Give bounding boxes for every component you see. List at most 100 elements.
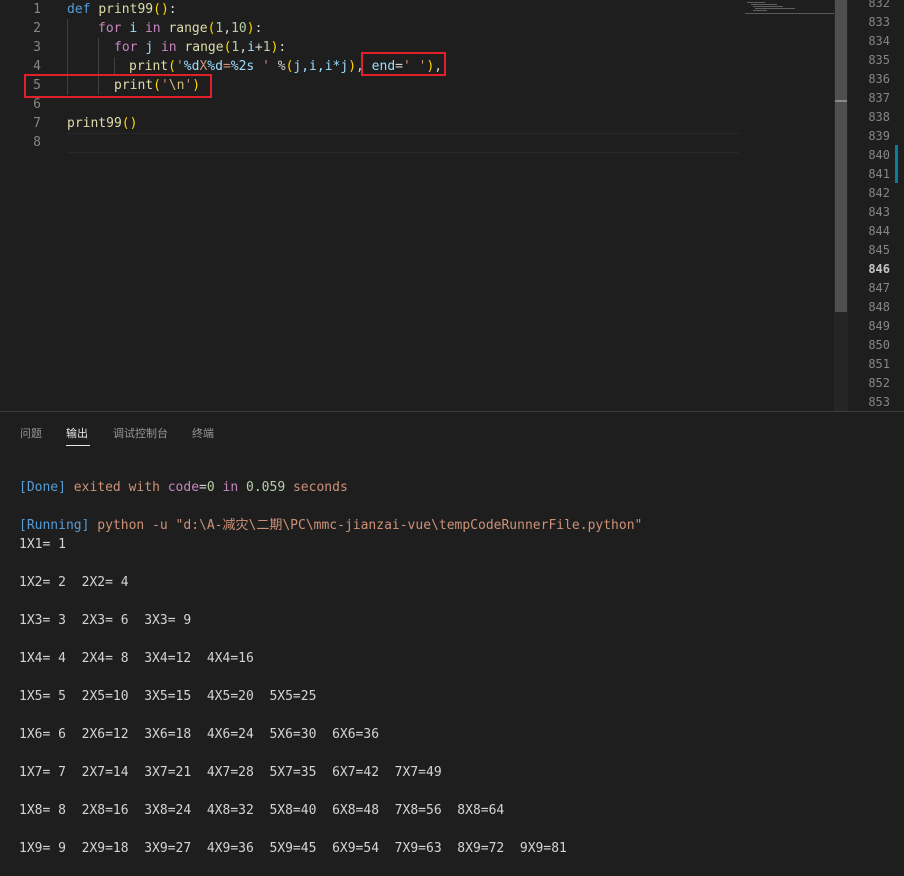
tab-problems[interactable]: 问题 xyxy=(20,425,42,441)
keyword: in xyxy=(144,21,161,36)
paren: ) xyxy=(129,116,138,131)
colon: : xyxy=(168,2,177,17)
code-editor[interactable]: 1 2 3 4 5 6 7 8 def print99(): for i in … xyxy=(0,0,904,411)
colon: : xyxy=(278,40,287,55)
output-row: 1X7= 7 2X7=14 3X7=21 4X7=28 5X7=35 6X7=4… xyxy=(19,765,442,780)
paren: ( xyxy=(121,116,130,131)
line-number: 2 xyxy=(33,21,41,36)
line-number: 844 xyxy=(868,224,890,238)
output-row: 1X9= 9 2X9=18 3X9=27 4X9=36 5X9=45 6X9=5… xyxy=(19,841,567,856)
output-running-line: [Running] python -u "d:\A-减灾\二期\PC\mmc-j… xyxy=(19,516,642,535)
line-number: 834 xyxy=(868,34,890,48)
line-number: 847 xyxy=(868,281,890,295)
line-number: 849 xyxy=(868,319,890,333)
line-number: 3 xyxy=(33,40,41,55)
line-number: 848 xyxy=(868,300,890,314)
line-number: 833 xyxy=(868,15,890,29)
code-line-3[interactable]: for j in range(1,i+1): xyxy=(114,38,286,57)
line-number: 832 xyxy=(868,0,890,10)
code-line-1[interactable]: def print99(): xyxy=(67,0,177,19)
output-row: 1X1= 1 xyxy=(19,537,66,552)
tab-output[interactable]: 输出 xyxy=(66,425,88,441)
string: = xyxy=(222,59,231,74)
output-text: exited xyxy=(65,480,121,495)
arguments: j,i,i*j xyxy=(293,59,349,74)
function-name: print99 xyxy=(67,116,122,131)
keyword: in xyxy=(160,40,177,55)
format-specifier: %2s xyxy=(230,59,255,74)
output-text: with xyxy=(120,480,160,495)
colon: : xyxy=(254,21,263,36)
line-number: 7 xyxy=(33,116,41,131)
paren: ( xyxy=(168,59,176,74)
comma: , xyxy=(223,21,232,36)
print-newline-highlight-box xyxy=(24,74,212,98)
tab-debug-console[interactable]: 调试控制台 xyxy=(113,425,168,441)
line-number: 836 xyxy=(868,72,890,86)
minimap[interactable] xyxy=(745,0,835,14)
function-name: range xyxy=(184,40,224,55)
string: ' xyxy=(175,59,184,74)
output-row: 1X4= 4 2X4= 8 3X4=12 4X4=16 xyxy=(19,651,254,666)
output-done-line: [Done] exited with code=0 in 0.059 secon… xyxy=(19,478,348,497)
line-number: 843 xyxy=(868,205,890,219)
adjacent-editor-gutter: 832 833 834 835 836 837 838 839 840 841 … xyxy=(848,0,904,411)
vertical-scrollbar[interactable] xyxy=(834,0,848,411)
line-number: 852 xyxy=(868,376,890,390)
code-line-7[interactable]: print99() xyxy=(67,114,137,133)
panel-tabs: 问题 输出 调试控制台 终端 xyxy=(0,412,904,448)
exit-code: 0 xyxy=(206,480,215,495)
number: 1 xyxy=(262,40,271,55)
line-number: 841 xyxy=(868,167,890,181)
line-number: 837 xyxy=(868,91,890,105)
line-number: 1 xyxy=(33,2,41,17)
operator: + xyxy=(254,40,263,55)
run-command: python -u xyxy=(89,518,176,533)
line-number: 838 xyxy=(868,110,890,124)
run-file-path: "d:\A-减灾\二期\PC\mmc-jianzai-vue\tempCodeR… xyxy=(175,518,643,533)
elapsed-seconds: 0.059 xyxy=(238,480,286,495)
line-number: 842 xyxy=(868,186,890,200)
paren: ( xyxy=(153,2,161,17)
tab-terminal[interactable]: 终端 xyxy=(192,425,214,441)
scrollbar-thumb[interactable] xyxy=(835,0,847,312)
format-specifier: %d xyxy=(207,59,223,74)
active-tab-indicator xyxy=(66,445,90,446)
variable: i xyxy=(129,21,138,36)
line-number: 845 xyxy=(868,243,890,257)
line-number: 851 xyxy=(868,357,890,371)
current-line-highlight xyxy=(67,133,739,153)
running-tag: [Running] xyxy=(19,518,90,533)
string: ' xyxy=(254,59,270,74)
line-number: 839 xyxy=(868,129,890,143)
line-number: 835 xyxy=(868,53,890,67)
paren: ) xyxy=(246,21,255,36)
output-row: 1X8= 8 2X8=16 3X8=24 4X8=32 5X8=40 6X8=4… xyxy=(19,803,505,818)
number: 10 xyxy=(231,21,247,36)
change-indicator xyxy=(895,145,898,183)
output-text: = xyxy=(199,480,207,495)
line-number: 840 xyxy=(868,148,890,162)
output-row: 1X5= 5 2X5=10 3X5=15 4X5=20 5X5=25 xyxy=(19,689,317,704)
line-number: 853 xyxy=(868,395,890,409)
line-number-active: 846 xyxy=(868,262,890,276)
scrollbar-cursor-marker xyxy=(835,100,847,102)
paren: ) xyxy=(348,59,357,74)
paren: ) xyxy=(160,2,169,17)
function-name: print xyxy=(129,59,169,74)
end-argument-highlight-box xyxy=(361,52,446,76)
line-number: 8 xyxy=(33,135,41,150)
code-line-2[interactable]: for i in range(1,10): xyxy=(98,19,262,38)
output-row: 1X2= 2 2X2= 4 xyxy=(19,575,129,590)
variable: i xyxy=(247,40,255,55)
output-panel[interactable]: 问题 输出 调试控制台 终端 [Done] exited with code=0… xyxy=(0,411,904,876)
comma: , xyxy=(239,40,248,55)
output-text: in xyxy=(214,480,239,495)
keyword: for xyxy=(114,40,138,55)
keyword: def xyxy=(67,2,91,17)
done-tag: [Done] xyxy=(19,480,66,495)
keyword: for xyxy=(98,21,122,36)
output-text: seconds xyxy=(285,480,348,495)
variable: j xyxy=(145,40,154,55)
operator: % xyxy=(269,59,286,74)
